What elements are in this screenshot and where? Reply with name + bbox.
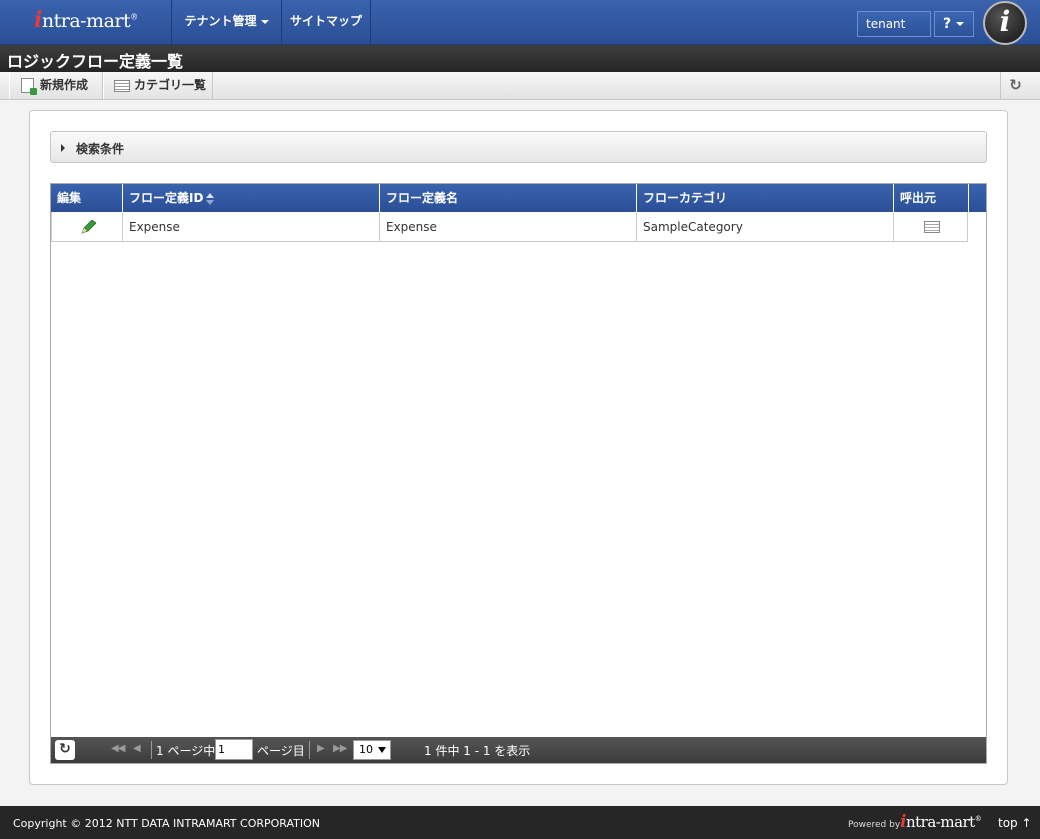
column-header-flow-id[interactable]: フロー定義ID	[123, 184, 380, 212]
refresh-icon: ↻	[59, 741, 71, 757]
cell-flow-id: Expense	[123, 212, 380, 242]
grid-refresh-button[interactable]: ↻	[55, 740, 75, 760]
top-header: intra-mart® テナント管理 サイトマップ tenant ? i	[0, 0, 1040, 51]
cell-flow-category: SampleCategory	[637, 212, 894, 242]
cell-flow-name: Expense	[380, 212, 637, 242]
new-document-icon	[21, 78, 37, 95]
intra-mart-logo[interactable]: intra-mart®	[34, 7, 138, 33]
copyright-text: Copyright © 2012 NTT DATA INTRAMART CORP…	[13, 817, 321, 830]
pager-divider	[309, 741, 310, 759]
pencil-icon[interactable]	[80, 220, 96, 234]
new-create-label: 新規作成	[40, 78, 89, 92]
column-header-flow-category[interactable]: フローカテゴリ	[637, 184, 894, 212]
page-title-bar: ロジックフロー定義一覧	[0, 45, 1040, 72]
user-menu-button[interactable]: tenant	[857, 11, 931, 51]
caller-list-icon[interactable]	[924, 221, 940, 233]
toolbar: 新規作成 カテゴリ一覧 ↻	[0, 72, 1040, 100]
rows-per-page-value: 10	[359, 743, 373, 756]
new-create-button[interactable]: 新規作成	[9, 72, 103, 99]
main-panel: 検索条件 編集 フロー定義ID フロー定義名 フローカテゴリ 呼出元 Expen…	[29, 110, 1008, 785]
column-header-caller: 呼出元	[894, 184, 969, 212]
first-page-icon[interactable]: ◀◀	[111, 743, 125, 754]
prev-page-icon[interactable]: ◀	[133, 743, 141, 754]
page-prefix-label: 1 ページ中	[156, 744, 216, 758]
record-summary: 1 件中 1 - 1 を表示	[424, 744, 531, 758]
refresh-icon: ↻	[1009, 76, 1022, 94]
nav-sitemap[interactable]: サイトマップ	[282, 0, 371, 44]
page-suffix-label: ページ目	[257, 744, 305, 758]
column-header-edit: 編集	[51, 184, 123, 212]
logo-area[interactable]: intra-mart®	[0, 0, 172, 44]
list-icon	[114, 80, 130, 92]
help-icon: ?	[943, 16, 952, 32]
table-row[interactable]: Expense Expense SampleCategory	[51, 212, 968, 242]
flow-definition-grid: 編集 フロー定義ID フロー定義名 フローカテゴリ 呼出元 Expense Ex…	[50, 183, 987, 764]
search-conditions-label: 検索条件	[76, 142, 125, 156]
sort-icon[interactable]	[206, 192, 215, 206]
footer-logo: intra-mart®	[900, 812, 982, 832]
column-header-flow-name[interactable]: フロー定義名	[380, 184, 637, 212]
pager-divider	[151, 741, 152, 759]
user-name: tenant	[866, 17, 906, 31]
caret-right-icon	[61, 144, 65, 152]
refresh-button[interactable]: ↻	[1000, 72, 1030, 99]
nav-tenant-admin[interactable]: テナント管理	[172, 0, 282, 44]
back-to-top-link[interactable]: top ↑	[998, 816, 1032, 830]
help-menu-button[interactable]: ?	[934, 11, 974, 37]
grid-header: 編集 フロー定義ID フロー定義名 フローカテゴリ 呼出元	[51, 184, 986, 212]
search-conditions-toggle[interactable]: 検索条件	[50, 131, 987, 163]
info-icon[interactable]: i	[983, 1, 1027, 45]
page-title: ロジックフロー定義一覧	[7, 52, 184, 71]
last-page-icon[interactable]: ▶▶	[333, 743, 347, 754]
pager-bar: ↻ ◀◀ ◀ 1 ページ中 1 ページ目 ▶ ▶▶ 10 1 件中 1 - 1 …	[51, 737, 986, 763]
footer: Copyright © 2012 NTT DATA INTRAMART CORP…	[0, 806, 1040, 839]
nav-tenant-admin-label: テナント管理	[184, 14, 257, 28]
page-number-input[interactable]: 1	[215, 739, 253, 760]
nav-sitemap-label: サイトマップ	[289, 14, 362, 28]
chevron-down-icon	[378, 747, 386, 753]
chevron-down-icon	[956, 22, 965, 26]
rows-per-page-select[interactable]: 10	[353, 740, 391, 760]
powered-by-text: Powered by	[848, 820, 901, 830]
category-list-button[interactable]: カテゴリ一覧	[103, 72, 213, 99]
chevron-down-icon	[260, 19, 269, 24]
category-list-label: カテゴリ一覧	[134, 78, 207, 92]
next-page-icon[interactable]: ▶	[317, 743, 325, 754]
caller-cell[interactable]	[894, 212, 968, 242]
edit-cell[interactable]	[51, 212, 123, 242]
